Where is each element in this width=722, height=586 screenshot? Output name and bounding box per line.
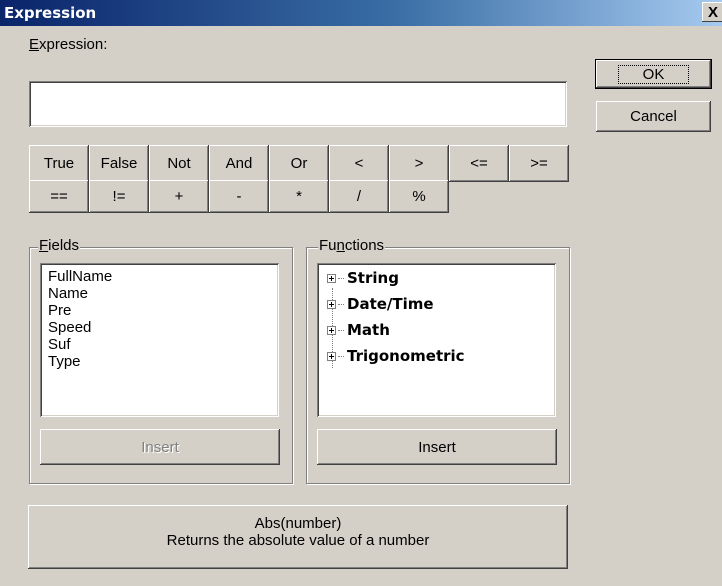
operator-button[interactable]: Or — [269, 145, 329, 182]
function-category-node[interactable]: String — [327, 269, 399, 287]
close-button[interactable]: X — [702, 2, 722, 22]
operator-button[interactable]: > — [389, 145, 449, 182]
title-bar: Expression X — [0, 0, 722, 26]
operator-button[interactable]: >= — [509, 145, 569, 182]
field-list-item[interactable]: Pre — [48, 302, 112, 319]
field-list-item[interactable]: Name — [48, 285, 112, 302]
function-description: Returns the absolute value of a number — [166, 532, 430, 549]
fields-insert-button[interactable]: Insert — [40, 429, 280, 465]
operator-button[interactable]: Not — [149, 145, 209, 182]
function-category-label: Trigonometric — [347, 347, 465, 365]
operator-button[interactable]: - — [209, 180, 269, 213]
function-category-label: Math — [347, 321, 390, 339]
function-category-label: Date/Time — [347, 295, 434, 313]
functions-legend: Functions — [318, 237, 386, 254]
operator-button[interactable]: == — [29, 180, 89, 213]
function-category-label: String — [347, 269, 399, 287]
operator-button[interactable]: != — [89, 180, 149, 213]
operator-button[interactable]: True — [29, 145, 89, 182]
expression-label: Expression: — [29, 36, 108, 53]
tree-line — [338, 303, 344, 305]
function-category-node[interactable]: Math — [327, 321, 390, 339]
operator-button[interactable]: * — [269, 180, 329, 213]
operator-button[interactable]: + — [149, 180, 209, 213]
tree-line — [338, 355, 344, 357]
function-category-node[interactable]: Trigonometric — [327, 347, 465, 365]
function-category-node[interactable]: Date/Time — [327, 295, 434, 313]
operator-button[interactable]: <= — [449, 145, 509, 182]
cancel-button[interactable]: Cancel — [596, 101, 711, 132]
operator-button[interactable]: False — [89, 145, 149, 182]
operator-button[interactable]: % — [389, 180, 449, 213]
tree-line — [338, 329, 344, 331]
expand-plus-icon[interactable] — [327, 325, 336, 335]
functions-insert-button[interactable]: Insert — [317, 429, 557, 465]
function-signature: Abs(number) — [254, 515, 342, 532]
fields-legend: Fields — [38, 237, 81, 254]
field-list-item[interactable]: Speed — [48, 319, 112, 336]
field-list-item[interactable]: Type — [48, 353, 112, 370]
expand-plus-icon[interactable] — [327, 351, 336, 361]
operator-button[interactable]: < — [329, 145, 389, 182]
expand-plus-icon[interactable] — [327, 299, 336, 309]
functions-tree[interactable]: String Date/Time Math Trigonometric — [317, 263, 556, 417]
window-title: Expression — [4, 4, 97, 22]
operator-button[interactable]: / — [329, 180, 389, 213]
operator-button[interactable]: And — [209, 145, 269, 182]
field-list-item[interactable]: FullName — [48, 268, 112, 285]
description-panel: Abs(number) Returns the absolute value o… — [28, 505, 568, 569]
close-icon: X — [707, 3, 718, 21]
ok-button[interactable]: OK — [595, 59, 712, 89]
tree-line — [338, 277, 344, 279]
field-list-item[interactable]: Suf — [48, 336, 112, 353]
expression-input[interactable] — [29, 81, 567, 127]
expand-plus-icon[interactable] — [327, 273, 336, 283]
fields-list[interactable]: FullName Name Pre Speed Suf Type — [40, 263, 279, 417]
